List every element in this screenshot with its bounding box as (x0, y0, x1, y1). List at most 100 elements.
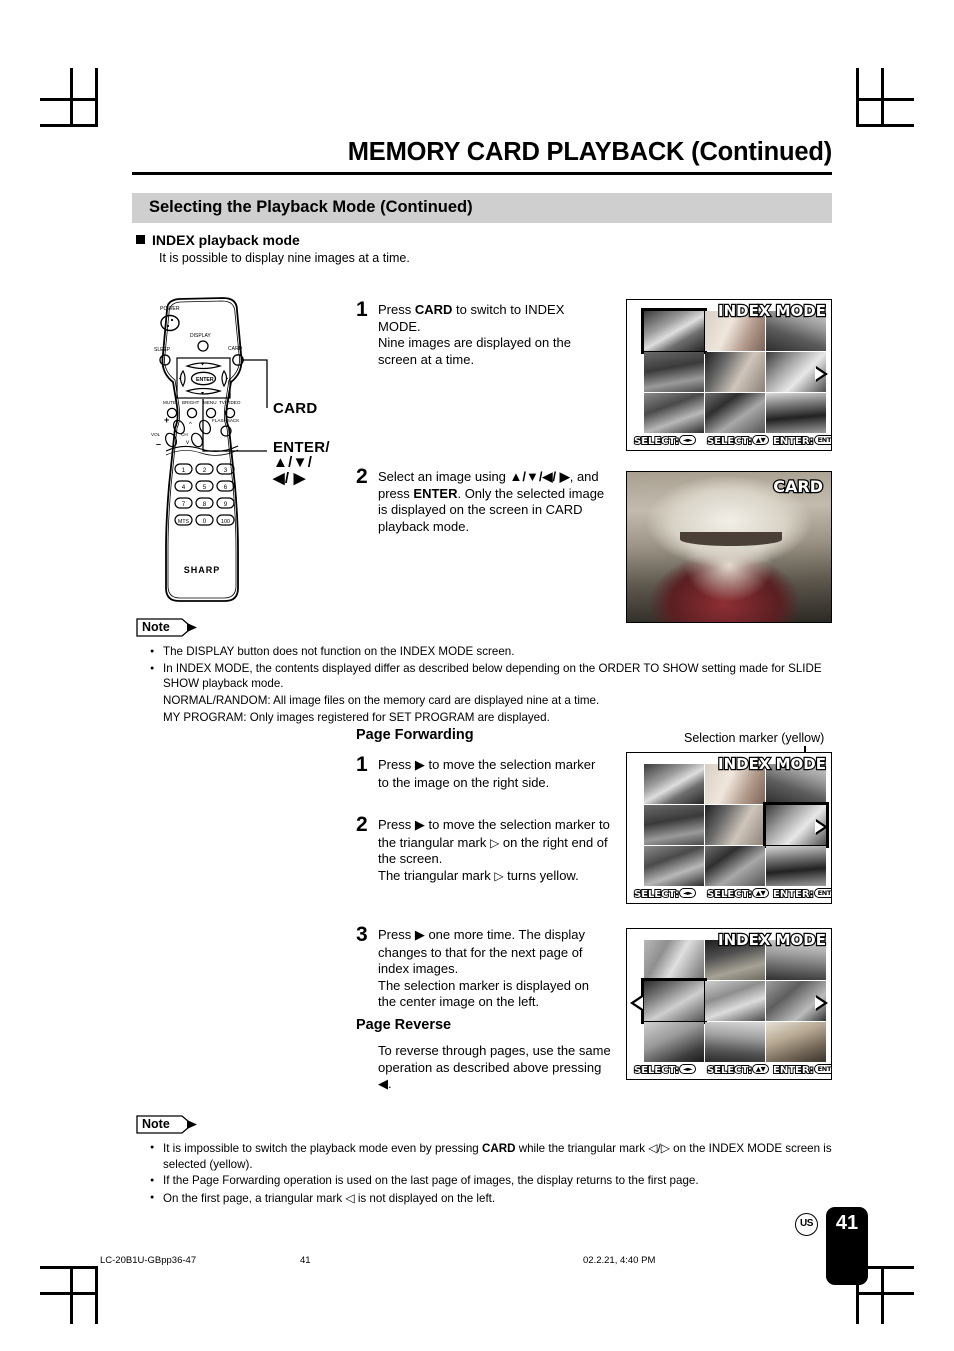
index-osd-row-3: SELECT:◄► SELECT:▲▼ ENTER:ENTER (627, 1064, 831, 1078)
page-reverse-heading: Page Reverse (356, 1017, 452, 1033)
step-1-body: Press CARD to switch to INDEX MODE. Nine … (378, 302, 571, 367)
bullet-square-icon (136, 235, 145, 244)
thumbnail-3-7[interactable] (644, 1022, 704, 1062)
svg-text:MENU: MENU (203, 400, 217, 405)
note-badge-top-label: Note (142, 620, 170, 634)
step-2: 2 Select an image using ▲/▼/◀/ ▶, and pr… (356, 465, 606, 535)
osd-arrows-pill-6: ▲▼ (751, 1064, 770, 1074)
note-list-bottom: It is impossible to switch the playback … (150, 1140, 840, 1208)
osd-enter-1: ENTER:ENTER (772, 435, 831, 448)
remote-callout-enter-line2: ▲/▼/ (273, 454, 313, 472)
svg-text:DISPLAY: DISPLAY (190, 333, 211, 339)
selection-marker-label: Selection marker (yellow) (684, 731, 825, 745)
crop-mark-bl-v (95, 1266, 98, 1324)
osd-arrows-pill-4: ▲▼ (751, 888, 770, 898)
note-item: NORMAL/RANDOM: All image files on the me… (163, 693, 600, 707)
thumbnail-1-9[interactable] (766, 393, 826, 433)
svg-text:0: 0 (203, 518, 207, 525)
remote-callout-enter-line1: ENTER/ (273, 439, 330, 456)
osd-select-left-1: SELECT: ◄► (633, 435, 697, 448)
crop-mark-br-v2 (881, 1266, 884, 1324)
page-forward-triangle-3[interactable] (815, 995, 828, 1011)
thumbnail-2-7[interactable] (644, 846, 704, 886)
osd-enter-2: ENTER:ENTER (772, 888, 831, 901)
thumbnail-2-4[interactable] (644, 805, 704, 845)
thumbnail-3-1[interactable] (644, 940, 704, 980)
remote-callout-card: CARD (273, 400, 318, 417)
page-number-tab: 41 (826, 1207, 868, 1285)
note-item: If the Page Forwarding operation is used… (150, 1173, 840, 1189)
osd-enter-pill-1: ENTER (813, 435, 831, 445)
footer-page-mid: 41 (300, 1255, 311, 1266)
page-forward-triangle-1[interactable] (815, 366, 828, 382)
region-badge-us: US (795, 1213, 818, 1236)
svg-text:3: 3 (224, 467, 228, 474)
osd-select-mid-1: SELECT: ▲▼ (706, 435, 770, 448)
pf-step-1-number: 1 (356, 753, 368, 776)
subsection-heading: INDEX playback mode (136, 232, 300, 248)
note-badge-bottom-label: Note (142, 1117, 170, 1131)
thumbnail-1-5[interactable] (705, 352, 765, 392)
thumbnail-3-5[interactable] (705, 981, 765, 1021)
crop-mark-tr-h (856, 124, 914, 127)
crop-mark-tl-v (95, 68, 98, 126)
remote-callout-enter-line3: ◀/ ▶ (273, 469, 306, 487)
subsection-heading-label: INDEX playback mode (152, 232, 300, 248)
page-forwarding-step-2: 2 Press ▶ to move the selection marker t… (356, 813, 612, 884)
index-osd-row-1: SELECT:◄► SELECT:▲▼ ENTER:ENTER (627, 435, 831, 449)
remote-control-diagram: POWER SLEEP DISPLAY CARD ENTER MUTE BRIG… (145, 296, 330, 608)
thumbnail-1-8[interactable] (705, 393, 765, 433)
page-reverse-triangle-3[interactable] (630, 995, 643, 1011)
page-forwarding-heading: Page Forwarding (356, 727, 474, 743)
thumbnail-2-1[interactable] (644, 764, 704, 804)
page-forwarding-step-1: 1 Press ▶ to move the selection marker t… (356, 753, 604, 791)
osd-enter-pill-2: ENTER (813, 888, 831, 898)
pf-step-2-number: 2 (356, 813, 368, 836)
section-header-bar: Selecting the Playback Mode (Continued) (132, 193, 832, 223)
crop-mark-tr-h2 (856, 98, 914, 101)
crop-mark-bl-h (40, 1266, 98, 1269)
pf-step-3-number: 3 (356, 923, 368, 946)
svg-text:v: v (186, 440, 189, 446)
thumbnail-2-9[interactable] (766, 846, 826, 886)
pf-step-1-body: Press ▶ to move the selection marker to … (378, 757, 596, 790)
svg-text:TV/VIDEO: TV/VIDEO (219, 400, 241, 405)
osd-select-left-3: SELECT: ◄► (633, 1064, 697, 1077)
crop-mark-tl-v2 (70, 68, 73, 126)
svg-text:FLASHBACK: FLASHBACK (212, 418, 240, 423)
svg-text:CARD: CARD (228, 346, 243, 352)
index-thumbnail-grid-3 (627, 929, 831, 1079)
step-1: 1 Press CARD to switch to INDEX MODE. Nin… (356, 298, 606, 368)
page-forwarding-step-3: 3 Press ▶ one more time. The display cha… (356, 923, 604, 1011)
crop-mark-tl-h2 (40, 98, 98, 101)
index-mode-screen-2: INDEX MODE SELECT: ◄► SELECT: ▲▼ ENTER: ENT… (626, 752, 832, 904)
crop-mark-bl-v2 (70, 1266, 73, 1324)
thumbnail-1-1[interactable] (641, 308, 707, 354)
thumbnail-1-7[interactable] (644, 393, 704, 433)
svg-text:^: ^ (189, 422, 192, 428)
osd-select-mid-2: SELECT: ▲▼ (706, 888, 770, 901)
thumbnail-2-8[interactable] (705, 846, 765, 886)
step-2-number: 2 (356, 465, 368, 488)
page-forward-triangle-2[interactable] (815, 819, 828, 835)
osd-arrows-pill-2: ▲▼ (751, 435, 770, 445)
svg-text:POWER: POWER (160, 306, 180, 312)
osd-enter-3: ENTER:ENTER (772, 1064, 831, 1077)
index-mode-screen-1: INDEX MODE SELECT: ◄► SELECT: ▲▼ ENTER: ENT… (626, 299, 832, 451)
thumbnail-1-4[interactable] (644, 352, 704, 392)
thumbnail-3-9[interactable] (766, 1022, 826, 1062)
note-item: The DISPLAY button does not function on … (150, 644, 840, 660)
step-2-body: Select an image using ▲/▼/◀/ ▶, and pres… (378, 469, 605, 534)
thumbnail-3-8[interactable] (705, 1022, 765, 1062)
svg-text:2: 2 (203, 467, 207, 474)
svg-text:8: 8 (203, 501, 207, 508)
thumbnail-3-4-selected[interactable] (641, 978, 707, 1024)
svg-text:MTS: MTS (178, 519, 189, 525)
svg-text:7: 7 (182, 501, 186, 508)
page-number-label: 41 (835, 1212, 859, 1234)
page-title: MEMORY CARD PLAYBACK (Continued) (347, 138, 832, 166)
thumbnail-2-5[interactable] (705, 805, 765, 845)
note-item: In INDEX MODE, the contents displayed di… (150, 661, 840, 692)
note-item: It is impossible to switch the playback … (150, 1140, 840, 1172)
index-mode-title-3: INDEX MODE (717, 930, 827, 950)
